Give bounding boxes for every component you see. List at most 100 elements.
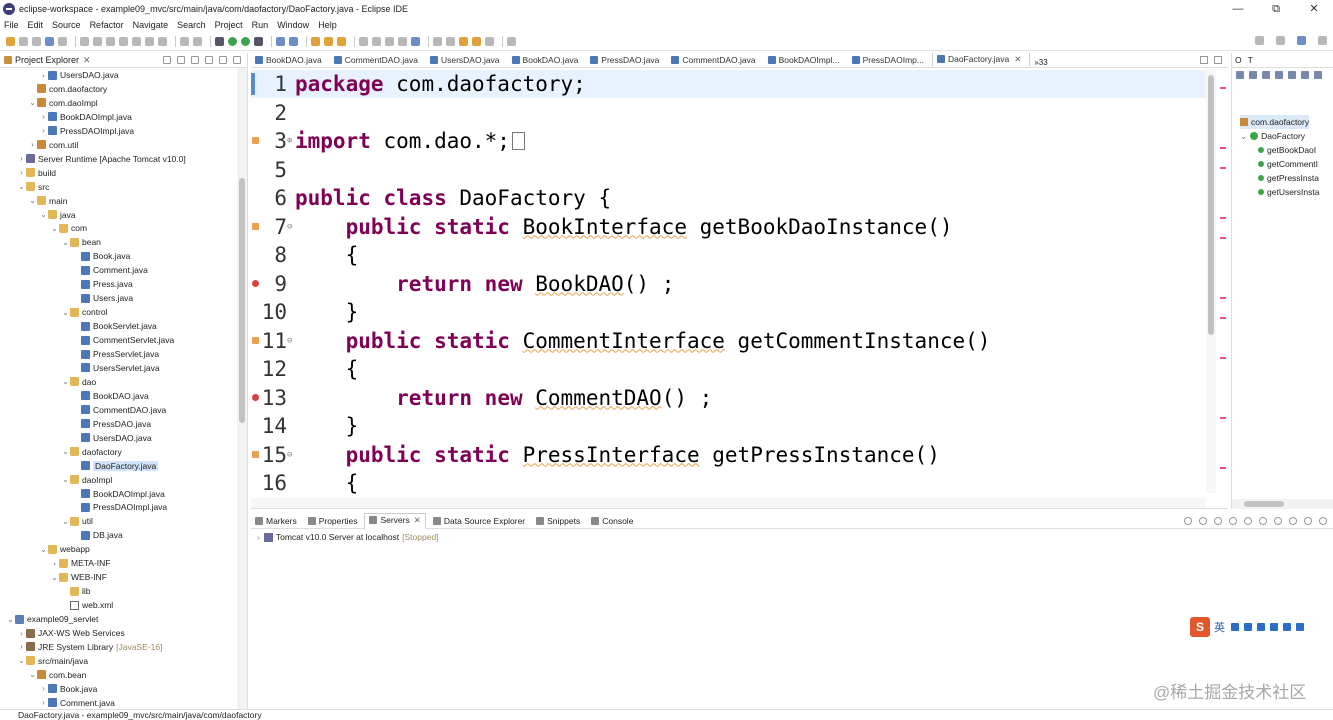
tree-item[interactable]: BookServlet.java <box>72 319 157 333</box>
use-step-filters-icon[interactable] <box>193 37 202 46</box>
expand-icon[interactable]: › <box>17 168 26 177</box>
java-ee-perspective-icon[interactable] <box>1297 36 1306 45</box>
collapse-icon[interactable]: ⌄ <box>6 615 15 624</box>
step-into-icon[interactable] <box>132 37 141 46</box>
project-explorer-tab[interactable]: Project Explorer <box>15 55 79 65</box>
close-tab-icon[interactable]: ✕ <box>1014 54 1021 65</box>
coverage-icon[interactable] <box>241 37 250 46</box>
maximize-icon[interactable] <box>1319 517 1327 525</box>
annotation-icon[interactable] <box>411 37 420 46</box>
toggle-block-selection-icon[interactable] <box>385 37 394 46</box>
tree-item[interactable]: DaoFactory.java <box>72 459 159 473</box>
editor-horizontal-scrollbar[interactable] <box>251 498 1206 508</box>
keyboard-icon[interactable] <box>1257 623 1265 631</box>
collapse-icon[interactable]: ⌄ <box>28 670 37 679</box>
hide-fields-icon[interactable] <box>1262 71 1270 79</box>
scrollbar-thumb[interactable] <box>1244 501 1284 507</box>
collapse-all-icon[interactable] <box>1236 71 1244 79</box>
outline-item[interactable]: ⌄ DaoFactory <box>1240 129 1305 143</box>
scrollbar-thumb[interactable] <box>239 178 245 423</box>
error-marker-icon[interactable] <box>252 279 259 287</box>
sogou-logo-icon[interactable]: S <box>1190 617 1210 637</box>
open-task-icon[interactable] <box>324 37 333 46</box>
menu-source[interactable]: Source <box>52 20 81 30</box>
skin-icon[interactable] <box>1283 623 1291 631</box>
panel-tab[interactable]: Snippets <box>532 516 584 526</box>
overview-marker[interactable] <box>1220 87 1226 89</box>
error-marker-icon[interactable] <box>252 393 259 401</box>
tree-item[interactable]: › META-INF <box>50 556 110 570</box>
collapse-all-icon[interactable] <box>163 56 171 64</box>
code-area[interactable]: 1 package com.daofactory; 2 3 ⊕ import com.da… <box>251 69 1228 508</box>
overview-marker[interactable] <box>1220 237 1226 239</box>
editor-tab[interactable]: PressDAO.java <box>586 53 667 67</box>
tree-item[interactable]: ⌄ util <box>61 514 93 528</box>
external-tools-icon[interactable] <box>254 37 263 46</box>
editor-tab[interactable]: BookDAO.java <box>251 53 330 67</box>
expand-icon[interactable]: › <box>50 559 59 568</box>
toolbox-icon[interactable] <box>1270 623 1278 631</box>
menu-edit[interactable]: Edit <box>28 20 44 30</box>
tree-item[interactable]: › build <box>17 166 56 180</box>
hide-static-icon[interactable] <box>1275 71 1283 79</box>
new-icon[interactable] <box>6 37 15 46</box>
collapse-icon[interactable]: ⌄ <box>28 196 37 205</box>
view-menu-icon[interactable] <box>205 56 213 64</box>
tree-item[interactable]: ⌄ java <box>39 208 75 222</box>
menu-help[interactable]: Help <box>318 20 337 30</box>
warning-marker-icon[interactable] <box>252 222 259 230</box>
close-icon[interactable]: ✕ <box>83 55 91 66</box>
resume-icon[interactable] <box>80 37 89 46</box>
expand-icon[interactable]: › <box>39 126 48 135</box>
tree-item[interactable]: › BookDAOImpl.java <box>39 110 132 124</box>
disconnect-icon[interactable] <box>119 37 128 46</box>
collapse-fold-icon[interactable]: ⊖ <box>287 327 292 355</box>
overview-marker[interactable] <box>1220 217 1226 219</box>
debug-server-icon[interactable] <box>1199 517 1207 525</box>
code-line[interactable]: 11 ⊖ public static CommentInterface getCo… <box>251 327 1206 355</box>
maximize-icon[interactable] <box>233 56 241 64</box>
scrollbar-thumb[interactable] <box>1208 75 1214 335</box>
menu-run[interactable]: Run <box>252 20 269 30</box>
tree-item[interactable]: ⌄ bean <box>61 235 101 249</box>
more-tabs-indicator[interactable]: »33 <box>1030 58 1047 67</box>
tree-item[interactable]: ⌄ src <box>17 180 49 194</box>
collapse-icon[interactable]: ⌄ <box>61 475 70 484</box>
panel-tab[interactable]: Data Source Explorer <box>429 516 529 526</box>
minimize-icon[interactable] <box>1304 517 1312 525</box>
collapse-icon[interactable] <box>1184 517 1192 525</box>
tree-item[interactable]: ⌄ example09_servlet <box>6 612 98 626</box>
collapse-icon[interactable]: ⌄ <box>28 98 37 107</box>
code-line[interactable]: 13 return new CommentDAO() ; <box>251 384 1206 412</box>
code-line[interactable]: 8 { <box>251 241 1206 269</box>
overview-marker[interactable] <box>1220 317 1226 319</box>
drop-to-frame-icon[interactable] <box>180 37 189 46</box>
link-with-editor-icon[interactable] <box>177 56 185 64</box>
show-whitespace-icon[interactable] <box>398 37 407 46</box>
tree-item[interactable]: PressDAO.java <box>72 417 151 431</box>
warning-marker-icon[interactable] <box>252 336 259 344</box>
outline-item[interactable]: getBookDaoI <box>1258 143 1316 157</box>
save-icon[interactable] <box>19 37 28 46</box>
warning-marker-icon[interactable] <box>252 137 259 144</box>
tree-item[interactable]: CommentDAO.java <box>72 403 166 417</box>
debug-icon[interactable] <box>215 37 224 46</box>
outline-scrollbar[interactable] <box>1232 499 1333 509</box>
overview-marker[interactable] <box>1220 147 1226 149</box>
tab-task-list[interactable]: T <box>1248 55 1253 65</box>
code-line[interactable]: 9 return new BookDAO() ; <box>251 270 1206 298</box>
outline-item[interactable]: getCommentI <box>1258 157 1318 171</box>
minimize-icon[interactable] <box>219 56 227 64</box>
collapse-fold-icon[interactable]: ⊖ <box>287 213 292 241</box>
code-line[interactable]: 15 ⊖ public static PressInterface getPres… <box>251 441 1206 469</box>
code-line[interactable]: 5 <box>251 156 1206 184</box>
suspend-icon[interactable] <box>93 37 102 46</box>
tree-item[interactable]: ⌄ com.daoImpl <box>28 96 98 110</box>
warning-marker-icon[interactable] <box>252 450 259 458</box>
last-edit-location-icon[interactable] <box>459 37 468 46</box>
tree-item[interactable]: ⌄ control <box>61 305 107 319</box>
voice-icon[interactable] <box>1244 623 1252 631</box>
panel-tab[interactable]: Properties <box>304 516 362 526</box>
code-line[interactable]: 14 } <box>251 412 1206 440</box>
overview-marker[interactable] <box>1220 297 1226 299</box>
